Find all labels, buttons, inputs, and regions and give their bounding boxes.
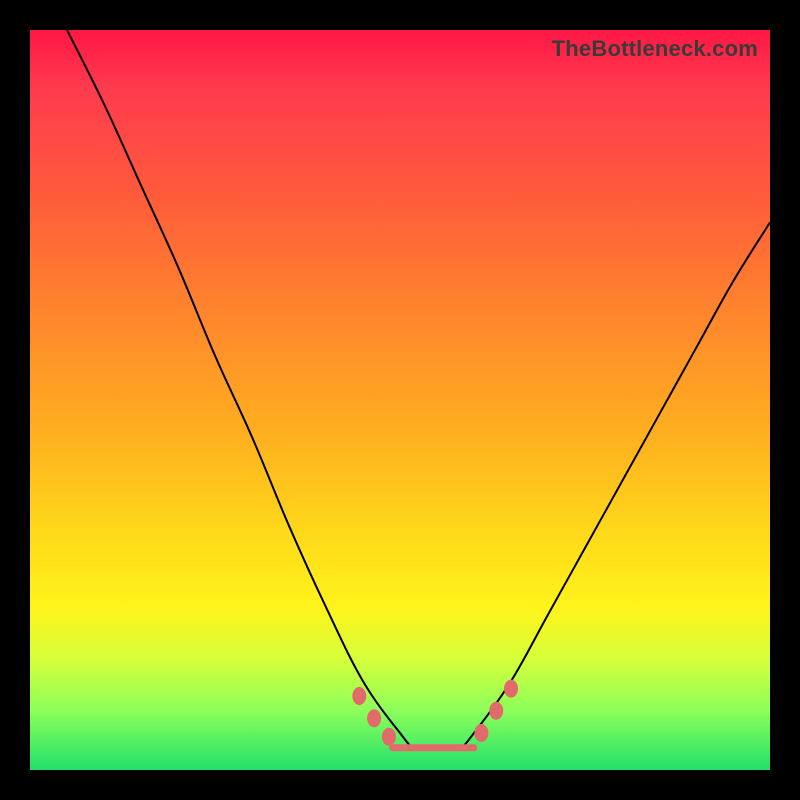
curve-marker (352, 687, 366, 705)
curve-marker (504, 680, 518, 698)
marker-group (352, 680, 518, 746)
curve-marker (489, 702, 503, 720)
bottleneck-curve (67, 30, 770, 749)
plot-area: TheBottleneck.com (30, 30, 770, 770)
curve-marker (474, 724, 488, 742)
chart-frame: TheBottleneck.com (0, 0, 800, 800)
curve-marker (382, 728, 396, 746)
curve-layer (30, 30, 770, 770)
curve-marker (367, 709, 381, 727)
